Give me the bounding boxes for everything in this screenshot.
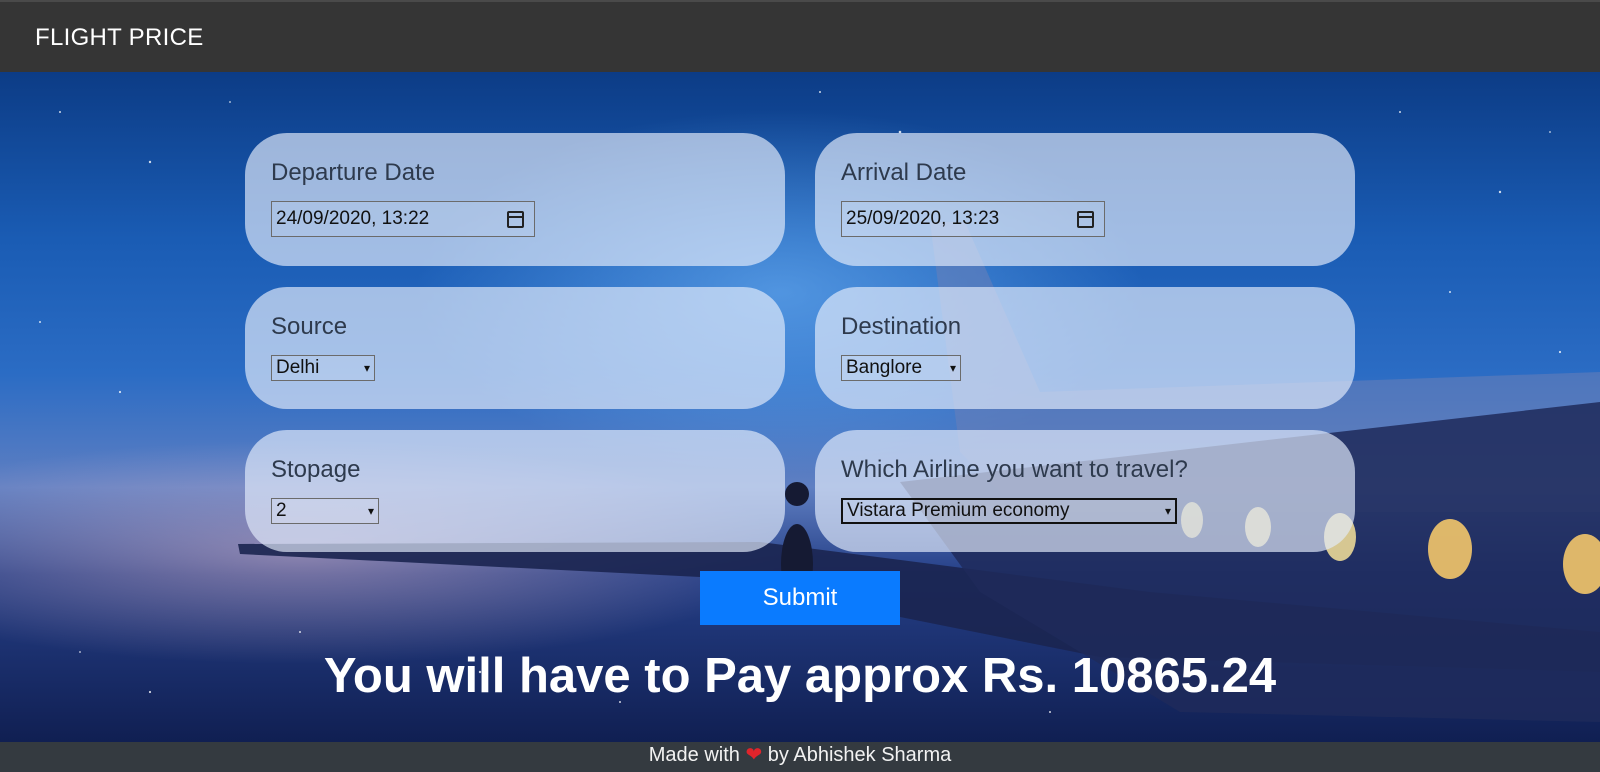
airline-select[interactable]: Vistara Premium economy ▾ [841, 498, 1177, 524]
source-card: Source Delhi ▾ [245, 287, 785, 409]
hero-background [0, 72, 1600, 742]
chevron-down-icon: ▾ [363, 361, 370, 375]
navbar: FLIGHT PRICE [0, 0, 1600, 72]
departure-date-input[interactable]: 24/09/2020, 13:22 [271, 201, 535, 237]
footer-author: by Abhishek Sharma [767, 744, 952, 766]
departure-label: Departure Date [271, 159, 436, 186]
brand-title[interactable]: FLIGHT PRICE [35, 24, 204, 52]
airline-card: Which Airline you want to travel? Vistar… [815, 430, 1355, 552]
source-label: Source [271, 313, 348, 340]
source-select-value: Delhi [276, 357, 320, 378]
chevron-down-icon: ▾ [949, 361, 956, 375]
airline-select-value: Vistara Premium economy [847, 500, 1070, 521]
source-select[interactable]: Delhi ▾ [271, 355, 375, 381]
destination-select-value: Banglore [846, 357, 923, 378]
destination-card: Destination Banglore ▾ [815, 287, 1355, 409]
arrival-date-input[interactable]: 25/09/2020, 13:23 [841, 201, 1105, 237]
arrival-card: Arrival Date 25/09/2020, 13:23 [815, 133, 1355, 266]
destination-label: Destination [841, 313, 962, 340]
footer-prefix: Made with [648, 744, 740, 766]
submit-button[interactable]: Submit [700, 571, 900, 625]
calendar-icon[interactable] [1077, 210, 1094, 228]
airplane-window [1428, 519, 1472, 579]
arrival-date-value: 25/09/2020, 13:23 [846, 208, 1000, 229]
background-illustration [39, 91, 1600, 722]
destination-select[interactable]: Banglore ▾ [841, 355, 961, 381]
calendar-icon[interactable] [507, 210, 524, 228]
chevron-down-icon: ▾ [367, 504, 374, 518]
heart-icon: ❤ [745, 744, 763, 766]
price-result: You will have to Pay approx Rs. 10865.24 [323, 649, 1277, 703]
departure-date-value: 24/09/2020, 13:22 [276, 208, 430, 229]
stopage-label: Stopage [271, 456, 361, 483]
footer: Made with ❤ by Abhishek Sharma [0, 742, 1600, 772]
stopage-select[interactable]: 2 ▾ [271, 498, 379, 524]
airline-label: Which Airline you want to travel? [841, 456, 1188, 483]
arrival-label: Arrival Date [841, 159, 967, 186]
departure-card: Departure Date 24/09/2020, 13:22 [245, 133, 785, 266]
chevron-down-icon: ▾ [1164, 504, 1171, 518]
stopage-select-value: 2 [276, 500, 287, 521]
girl-head [785, 482, 809, 506]
stopage-card: Stopage 2 ▾ [245, 430, 785, 552]
